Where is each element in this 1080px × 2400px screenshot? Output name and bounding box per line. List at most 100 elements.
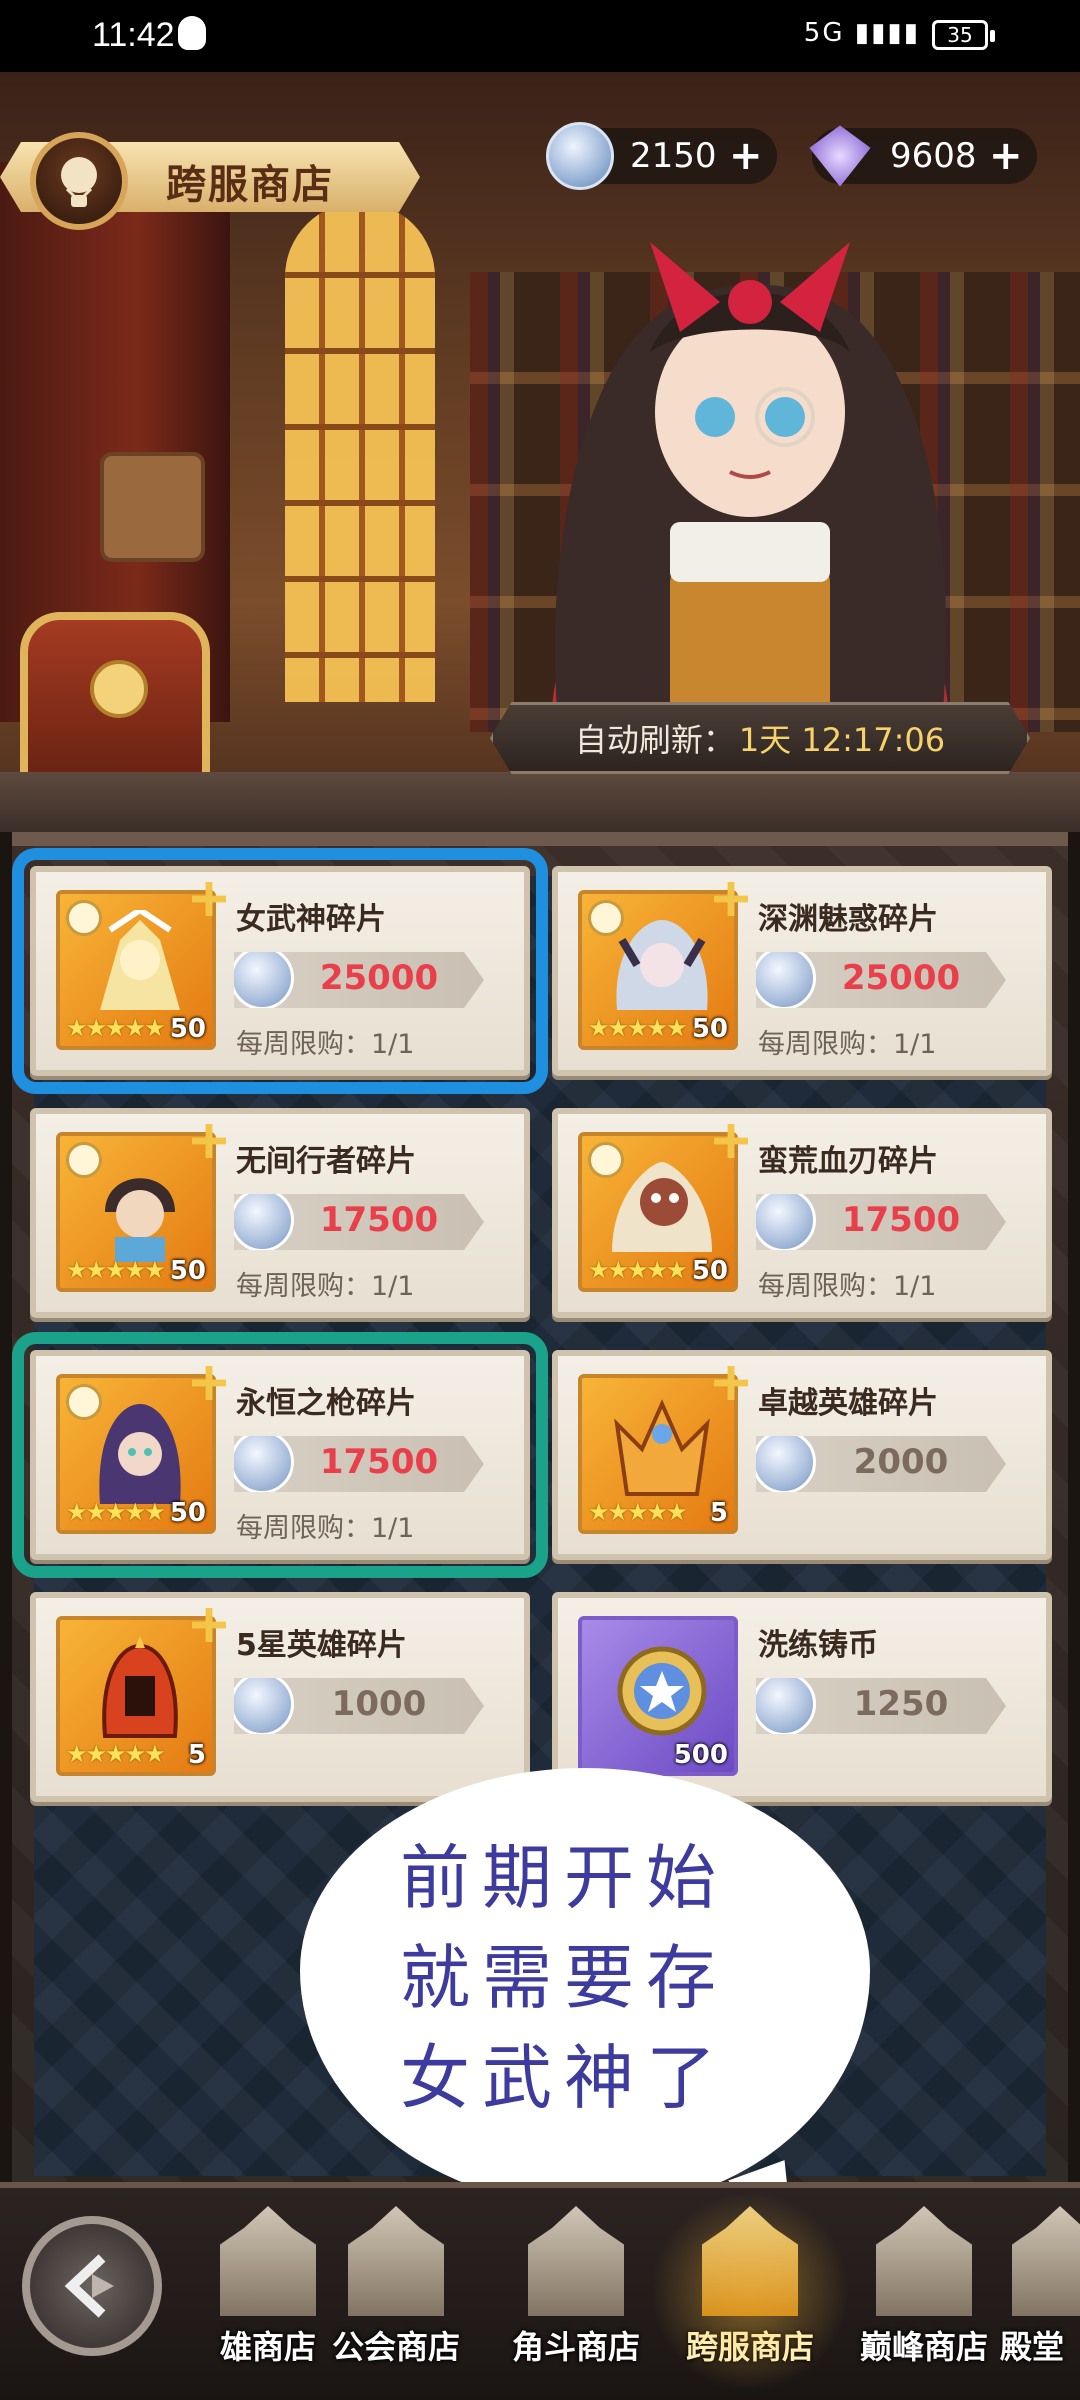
rarity-stars: ★★★★★	[66, 1014, 166, 1042]
price-amount: 1000	[331, 1684, 427, 1724]
item-quantity: 50	[691, 1014, 728, 1044]
currency-amount: 2150	[630, 136, 717, 176]
rarity-stars: ★★★★★	[588, 1256, 688, 1284]
tab-guild-shop[interactable]: 公会商店	[306, 2206, 486, 2386]
tab-cross-server-shop[interactable]: 跨服商店	[650, 2192, 850, 2392]
item-quantity: 5	[187, 1740, 206, 1770]
shop-item-5star-hero-shard[interactable]: ★★★★★ 5 5星英雄碎片 1000	[30, 1592, 530, 1802]
balloon-emblem-icon	[30, 132, 128, 230]
floor-decoration	[0, 772, 1080, 832]
status-time: 11:42	[92, 16, 175, 54]
signal-icon: 5G ▮▮▮▮	[803, 18, 920, 48]
rarity-stars: ★★★★★	[588, 1498, 688, 1526]
shop-item-elite-hero-shard[interactable]: ★★★★★ 5 卓越英雄碎片 2000	[552, 1350, 1052, 1560]
valkyrie-portrait-icon	[100, 910, 180, 1010]
item-quantity: 50	[169, 1498, 206, 1528]
cross-server-shop-icon	[702, 2206, 798, 2316]
qq-notification-icon	[178, 16, 206, 50]
bag-decoration	[100, 452, 205, 562]
item-price: 2000	[756, 1436, 1006, 1492]
back-arrow-icon	[64, 2254, 114, 2318]
item-thumbnail: ★★★★★ 50	[578, 890, 738, 1050]
item-name: 永恒之枪碎片	[236, 1386, 416, 1421]
price-amount: 25000	[319, 958, 439, 998]
guild-shop-icon	[348, 2206, 444, 2316]
item-thumbnail: 500	[578, 1616, 738, 1776]
abyss-charm-portrait-icon	[616, 920, 708, 1010]
server-coin-icon	[234, 952, 294, 1008]
savage-blade-portrait-icon	[612, 1162, 712, 1252]
server-coin-icon	[756, 1436, 816, 1492]
server-coin-icon	[756, 1194, 816, 1250]
server-coin-icon	[756, 952, 816, 1008]
server-coin-icon	[234, 1194, 294, 1250]
purchase-limit: 每周限购：1/1	[236, 1271, 415, 1302]
item-quantity: 50	[169, 1014, 206, 1044]
item-name: 女武神碎片	[236, 902, 386, 937]
add-currency-button[interactable]: +	[729, 134, 763, 178]
add-currency-button[interactable]: +	[989, 134, 1023, 178]
shopkeeper-character	[550, 242, 950, 742]
refresh-countdown: 1天 12:17:06	[738, 721, 946, 759]
server-coin-icon	[234, 1678, 294, 1734]
price-amount: 17500	[841, 1200, 961, 1240]
purchase-limit: 每周限购：1/1	[758, 1271, 937, 1302]
wanderer-portrait-icon	[105, 1178, 175, 1262]
shop-item-valkyrie-shard[interactable]: ★★★★★ 50 女武神碎片 25000 每周限购：1/1	[12, 848, 548, 1094]
peak-shop-icon	[876, 2206, 972, 2316]
server-coin-icon	[546, 122, 614, 190]
purchase-limit: 每周限购：1/1	[236, 1029, 415, 1060]
tab-arena-shop[interactable]: 角斗商店	[486, 2206, 666, 2386]
purchase-limit: 每周限购：1/1	[758, 1029, 937, 1060]
item-quantity: 500	[673, 1740, 728, 1770]
price-amount: 2000	[853, 1442, 949, 1482]
rarity-stars: ★★★★★	[66, 1498, 166, 1526]
item-name: 深渊魅惑碎片	[758, 902, 938, 937]
shop-item-eternal-spear-shard[interactable]: ★★★★★ 50 永恒之枪碎片 17500 每周限购：1/1	[12, 1332, 548, 1578]
item-price: 17500	[756, 1194, 1006, 1250]
hall-shop-icon	[1012, 2206, 1080, 2316]
item-name: 5星英雄碎片	[236, 1628, 407, 1663]
treasure-chest-decoration	[20, 612, 210, 782]
status-bar: 11:42 5G ▮▮▮▮ 35	[0, 0, 1080, 72]
battery-icon: 35	[932, 20, 995, 50]
item-thumbnail: ★★★★★ 5	[56, 1616, 216, 1776]
rarity-stars: ★★★★★	[66, 1256, 166, 1284]
item-price: 1250	[756, 1678, 1006, 1734]
shop-item-savage-blade-shard[interactable]: ★★★★★ 50 蛮荒血刃碎片 17500 每周限购：1/1	[552, 1108, 1052, 1318]
item-quantity: 5	[709, 1498, 728, 1528]
item-thumbnail: ★★★★★ 5	[578, 1374, 738, 1534]
price-amount: 1250	[853, 1684, 949, 1724]
tab-label: 公会商店	[331, 2328, 460, 2366]
helmet-shard-icon	[102, 1636, 178, 1738]
currency-server-coin[interactable]: 2150 +	[546, 122, 777, 190]
shop-item-wanderer-shard[interactable]: ★★★★★ 50 无间行者碎片 17500 每周限购：1/1	[30, 1108, 530, 1318]
item-quantity: 50	[691, 1256, 728, 1286]
price-amount: 17500	[319, 1200, 439, 1240]
item-price: 25000	[756, 952, 1006, 1008]
server-coin-icon	[756, 1678, 816, 1734]
item-thumbnail: ★★★★★ 50	[56, 1132, 216, 1292]
item-price: 25000	[234, 952, 484, 1008]
stained-window-decoration	[285, 202, 435, 702]
price-amount: 25000	[841, 958, 961, 998]
shop-title-banner: 跨服商店	[0, 132, 430, 230]
refresh-label: 自动刷新：	[574, 721, 735, 759]
item-name: 洗练铸币	[758, 1628, 878, 1663]
tab-label: 跨服商店	[685, 2328, 814, 2366]
refine-coin-icon	[617, 1646, 707, 1736]
tab-hall-shop[interactable]: 殿堂	[1000, 2206, 1080, 2386]
speech-bubble-text: 前期开始 就需要存 女武神了	[400, 1837, 728, 2119]
back-button[interactable]	[22, 2216, 162, 2356]
tab-peak-shop[interactable]: 巅峰商店	[834, 2206, 1014, 2386]
eternal-spear-portrait-icon	[99, 1404, 181, 1504]
currency-diamond[interactable]: 9608 +	[809, 122, 1037, 190]
tab-label: 巅峰商店	[859, 2328, 988, 2366]
item-thumbnail: ★★★★★ 50	[56, 890, 216, 1050]
tab-label: 殿堂	[1000, 2328, 1065, 2366]
network-type: 5G	[803, 18, 845, 48]
shop-item-abyss-shard[interactable]: ★★★★★ 50 深渊魅惑碎片 25000 每周限购：1/1	[552, 866, 1052, 1076]
item-price: 1000	[234, 1678, 484, 1734]
item-price: 17500	[234, 1194, 484, 1250]
currency-amount: 9608	[890, 136, 977, 176]
